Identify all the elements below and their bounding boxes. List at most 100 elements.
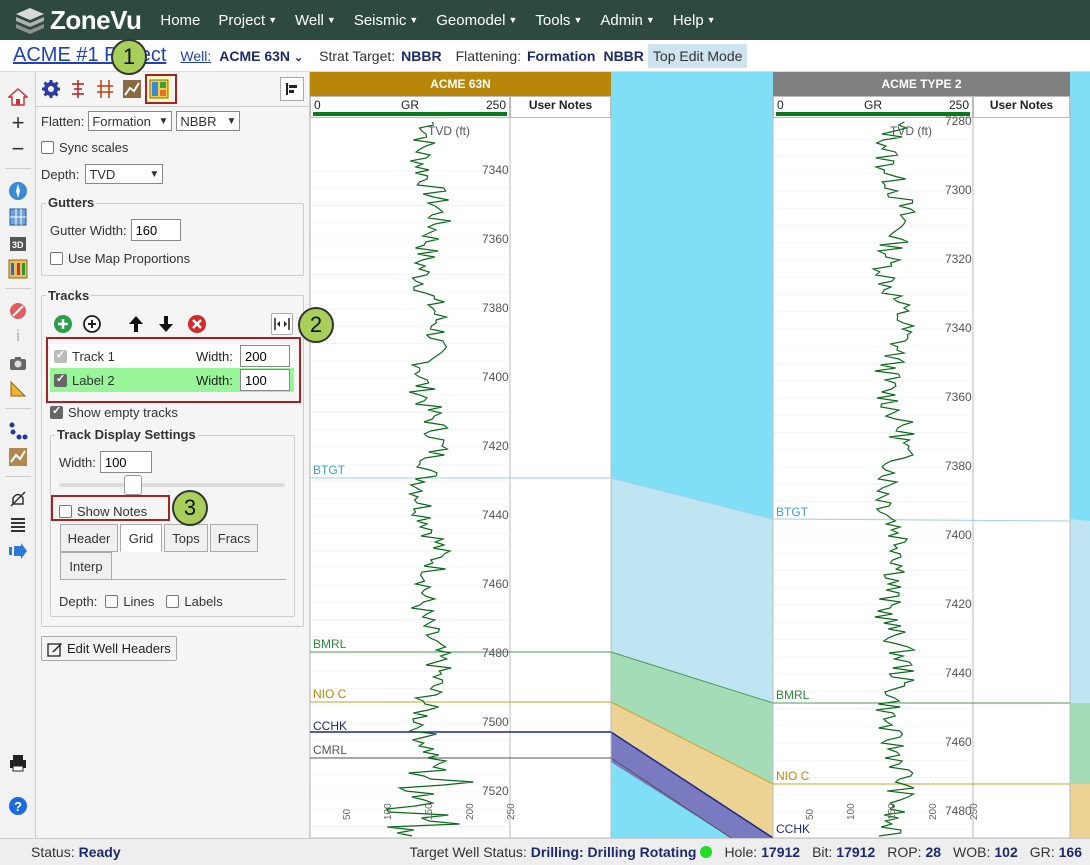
nav-well[interactable]: Well ▼ <box>295 12 336 29</box>
fault-icon[interactable] <box>7 446 29 468</box>
zoom-in-icon[interactable]: + <box>7 110 29 135</box>
formation-top-label[interactable]: BMRL <box>776 688 809 702</box>
use-map-proportions-checkbox[interactable]: Use Map Proportions <box>50 249 190 267</box>
nav-help[interactable]: Help ▼ <box>673 12 716 29</box>
show-empty-tracks-checkbox[interactable]: Show empty tracks <box>50 403 178 421</box>
depth-select[interactable]: TVD ▼ <box>85 164 164 184</box>
flatten-type-select[interactable]: Formation ▼ <box>88 111 173 131</box>
cross-section-canvas[interactable] <box>310 72 1090 838</box>
callout-badge-1: 1 <box>111 39 147 75</box>
nav-project[interactable]: Project ▼ <box>218 12 277 29</box>
width-slider-track[interactable] <box>59 483 285 487</box>
edit-well-headers-button[interactable]: Edit Well Headers <box>41 636 177 661</box>
print-icon[interactable] <box>7 752 29 774</box>
nav-tools[interactable]: Tools ▼ <box>535 12 582 29</box>
right-btgt-bmrl-zone <box>1070 519 1090 703</box>
cross-section-icon[interactable] <box>7 258 29 280</box>
sync-scales-checkbox[interactable]: Sync scales <box>41 138 128 156</box>
formation-top-label[interactable]: CMRL <box>313 743 347 757</box>
help-icon[interactable]: ? <box>7 795 29 817</box>
formation-top-label[interactable]: NIO C <box>776 769 809 783</box>
top-edit-mode-badge[interactable]: Top Edit Mode <box>647 43 748 68</box>
caret-down-icon: ▼ <box>268 15 277 25</box>
depth-label: 7500 <box>482 715 509 729</box>
tab-tops[interactable]: Tops <box>164 524 208 552</box>
move-down-icon[interactable] <box>155 313 177 335</box>
tab-header[interactable]: Header <box>60 524 118 552</box>
list-lines-icon[interactable] <box>7 514 29 536</box>
no-entry-icon[interactable] <box>7 300 29 322</box>
width-slider-handle[interactable] <box>124 475 142 495</box>
map-grid-icon[interactable] <box>7 206 29 228</box>
tab-fracs[interactable]: Fracs <box>210 524 258 552</box>
chevron-down-icon: ▼ <box>226 115 237 127</box>
tab-grid[interactable]: Grid <box>120 524 162 552</box>
well2-gr-max: 250 <box>948 98 969 112</box>
formation-top-label[interactable]: BTGT <box>313 463 345 477</box>
forward-arrow-icon[interactable] <box>7 540 29 562</box>
callout-number: 3 <box>183 495 197 520</box>
flatten-type-value: Formation <box>92 113 151 129</box>
nav-project-label: Project <box>218 11 266 29</box>
home-icon[interactable] <box>7 86 29 108</box>
alarm-off-icon[interactable] <box>7 488 29 510</box>
well1-header[interactable]: ACME 63N <box>310 72 611 96</box>
well-log-icon[interactable] <box>65 75 91 103</box>
caret-down-icon: ▼ <box>706 15 716 25</box>
fault-edit-icon[interactable] <box>119 75 145 103</box>
settings-gear-icon[interactable] <box>38 75 64 103</box>
camera-icon[interactable] <box>7 352 29 374</box>
formation-top-label[interactable]: NIO C <box>313 687 346 701</box>
well2-header[interactable]: ACME TYPE 2 <box>773 72 1070 96</box>
move-up-icon[interactable] <box>125 313 147 335</box>
compass-icon[interactable] <box>7 180 29 202</box>
tops-correlation-icon[interactable] <box>92 75 118 103</box>
well1-gr-track-header[interactable]: 0 GR 250 <box>310 96 510 118</box>
well-link[interactable]: Well: <box>180 48 211 64</box>
scatter-points-icon[interactable] <box>7 420 29 442</box>
gutter-width-input[interactable] <box>130 219 181 241</box>
hole-value: 17912 <box>761 844 801 860</box>
app-logo[interactable]: ZoneVu <box>14 5 142 36</box>
well1-notes-track <box>509 95 612 838</box>
well2-gr-track-header[interactable]: 0 GR 250 <box>773 96 973 118</box>
delete-track-icon[interactable] <box>186 313 208 335</box>
nav-home-label: Home <box>160 11 201 29</box>
well1-name: ACME 63N <box>430 77 491 91</box>
well2-gr-label: GR <box>864 98 882 112</box>
add-circle-outline-icon[interactable] <box>81 313 103 335</box>
formation-top-label[interactable]: BTGT <box>776 505 808 519</box>
add-track-icon[interactable] <box>52 313 74 335</box>
show-empty-tracks-box[interactable] <box>50 404 63 419</box>
sync-scales-box[interactable] <box>41 140 54 154</box>
gr-value: 166 <box>1058 844 1082 860</box>
nav-home[interactable]: Home <box>160 12 200 29</box>
well1-notes-header[interactable]: User Notes <box>510 96 611 118</box>
depth-lines-checkbox[interactable] <box>105 594 119 608</box>
formation-top-label[interactable]: BMRL <box>313 637 346 651</box>
zonevu-logo-icon <box>16 8 44 34</box>
use-map-proportions-box[interactable] <box>50 251 63 265</box>
info-icon[interactable]: i <box>7 326 29 348</box>
tab-interp[interactable]: Interp <box>60 552 112 580</box>
right-nio-zone <box>1070 784 1090 838</box>
tds-width-input[interactable] <box>99 451 152 473</box>
scale-tick-label: 100 <box>846 803 857 820</box>
flatten-target-select[interactable]: NBBR ▼ <box>176 111 241 131</box>
zoom-out-icon[interactable]: − <box>7 136 29 161</box>
nav-admin[interactable]: Admin ▼ <box>600 12 654 29</box>
well2-notes-header[interactable]: User Notes <box>973 96 1070 118</box>
target-well-status-label: Target Well Status: <box>409 844 527 860</box>
well-selector[interactable]: ACME 63N ⌄ <box>219 48 303 64</box>
depth-label: 7380 <box>482 301 509 315</box>
depth-labels-checkbox[interactable] <box>166 594 180 608</box>
3d-view-icon[interactable]: 3D <box>7 232 29 254</box>
align-left-icon[interactable] <box>280 77 304 101</box>
nav-geomodel[interactable]: Geomodel ▼ <box>436 12 517 29</box>
nav-seismic[interactable]: Seismic ▼ <box>354 12 418 29</box>
cross-section-view[interactable]: ACME 63N 0 GR 250 User Notes TVD (ft) 73… <box>310 72 1090 838</box>
formation-top-label[interactable]: CCHK <box>313 719 347 733</box>
fit-width-icon[interactable] <box>271 313 293 335</box>
formation-top-label[interactable]: CCHK <box>776 822 810 836</box>
ruler-triangle-icon[interactable] <box>7 378 29 400</box>
